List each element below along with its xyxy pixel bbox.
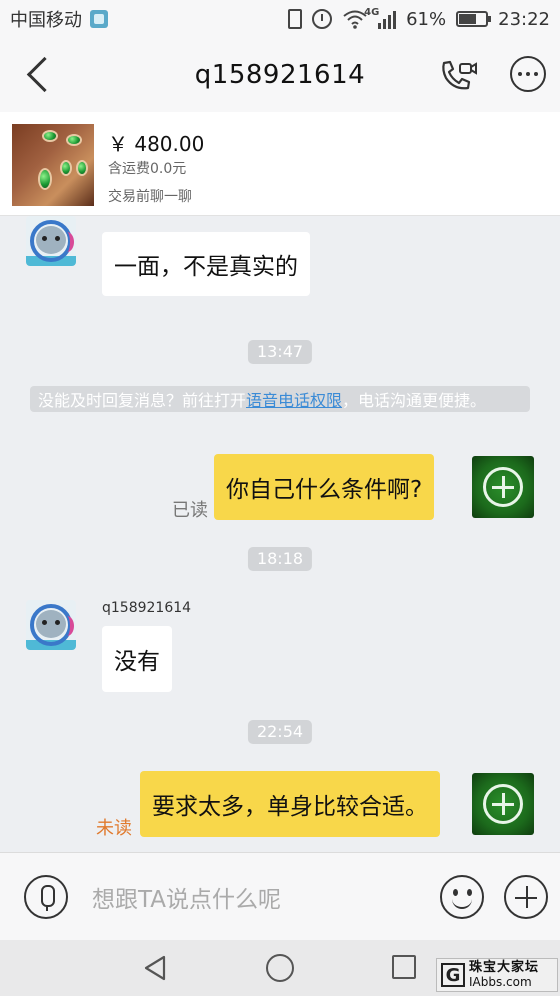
clock: 23:22: [498, 8, 550, 30]
notice-text-tail: ，电话沟通更便捷。: [342, 391, 487, 410]
product-thumbnail[interactable]: [12, 124, 94, 206]
input-bar: 想跟TA说点什么呢: [0, 852, 560, 940]
status-bar: 中国移动 4G 61% 23:22: [0, 0, 560, 38]
status-icons: 4G 61% 23:22: [288, 7, 550, 30]
product-card[interactable]: ￥ 480.00 含运费0.0元 交易前聊一聊: [0, 112, 560, 216]
emoji-icon[interactable]: [440, 875, 484, 919]
battery-percent: 61%: [406, 8, 447, 30]
back-button[interactable]: [24, 56, 60, 92]
nav-home-icon[interactable]: [266, 954, 294, 982]
message-input[interactable]: 想跟TA说点什么呢: [92, 875, 422, 919]
message-bubble-outgoing[interactable]: 要求太多，单身比较合适。: [140, 771, 440, 837]
trade-hint: 交易前聊一聊: [108, 189, 192, 205]
nav-back-icon[interactable]: [142, 954, 170, 982]
voice-call-permission-link[interactable]: 语音电话权限: [246, 387, 342, 411]
voice-input-icon[interactable]: [24, 875, 68, 919]
read-status: 已读: [172, 500, 208, 521]
carrier: 中国移动: [10, 6, 108, 32]
my-avatar[interactable]: [472, 773, 534, 835]
product-price: ￥ 480.00: [108, 132, 205, 156]
watermark-site: IAbbs.com: [469, 975, 532, 989]
message-bubble-outgoing[interactable]: 你自己什么条件啊?: [214, 454, 435, 520]
message-list[interactable]: 一面，不是真实的 13:47 没能及时回复消息？前往打开 语音电话权限 ，电话沟…: [0, 216, 560, 852]
more-options-icon[interactable]: [510, 56, 546, 92]
timestamp: 18:18: [247, 547, 313, 571]
contact-avatar[interactable]: [26, 216, 76, 266]
chat-header: q158921614: [0, 38, 560, 112]
alarm-icon: [312, 9, 333, 29]
notice-text: 没能及时回复消息？前往打开: [38, 391, 247, 410]
nav-recents-icon[interactable]: [392, 955, 416, 979]
forum-watermark: G 珠宝大家坛 IAbbs.com: [436, 958, 558, 992]
unread-status: 未读: [96, 818, 132, 839]
notification-app-icon: [90, 10, 108, 28]
voice-video-call-icon[interactable]: [438, 58, 478, 94]
add-attachment-icon[interactable]: [504, 875, 548, 919]
network-type: 4G: [364, 7, 380, 18]
sender-name: q158921614: [102, 600, 192, 616]
message-bubble-incoming[interactable]: 一面，不是真实的: [102, 232, 310, 296]
timestamp: 22:54: [247, 720, 313, 744]
timestamp: 13:47: [247, 340, 313, 364]
chat-title: q158921614: [194, 60, 366, 90]
my-avatar[interactable]: [472, 456, 534, 518]
signal-icon: 4G: [364, 7, 397, 29]
contact-avatar-image[interactable]: [26, 600, 76, 650]
shipping-fee: 含运费0.0元: [108, 161, 187, 177]
watermark-name: 珠宝大家坛: [469, 960, 540, 975]
watermark-logo: G: [441, 963, 465, 987]
system-notice: 没能及时回复消息？前往打开 语音电话权限 ，电话沟通更便捷。: [30, 386, 530, 412]
message-bubble-incoming[interactable]: 没有: [102, 626, 172, 692]
battery-icon: [456, 11, 492, 27]
vibrate-icon: [288, 9, 303, 29]
carrier-name: 中国移动: [10, 10, 82, 31]
